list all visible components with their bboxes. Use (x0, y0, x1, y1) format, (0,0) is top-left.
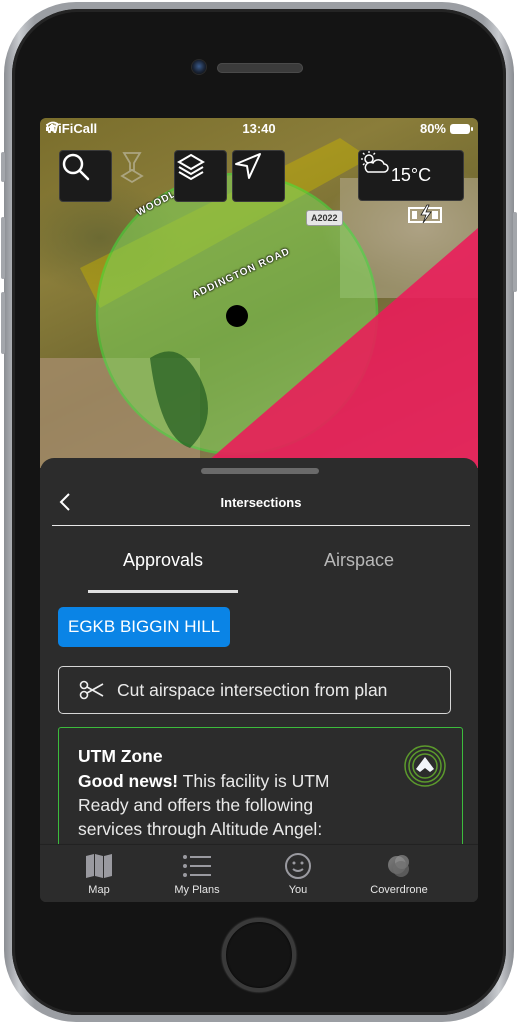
power-button (513, 212, 517, 292)
layers-button[interactable] (174, 150, 227, 202)
tab-bar-item-coverdrone[interactable]: Coverdrone (349, 851, 449, 896)
battery-percent: 80% (419, 121, 446, 136)
tab-airspace[interactable]: Airspace (284, 550, 434, 571)
airport-badge[interactable]: EGKB BIGGIN HILL (58, 607, 231, 647)
tab-bar-label: You (288, 884, 308, 896)
weather-widget[interactable]: 15°C (358, 150, 464, 201)
tab-bar-label: Map (88, 884, 110, 896)
mute-switch (1, 152, 5, 182)
earpiece-speaker (217, 63, 303, 73)
app-screen: ADDINGTON ROAD WOODL A2022 WiFiCall 13:4… (40, 118, 478, 902)
battery-status: 80% (419, 121, 473, 136)
bottom-tab-bar: Map My Plans You Coverdrone (40, 844, 478, 902)
hourglass-pin-icon (120, 152, 144, 184)
segment-tabs: Approvals Airspace (40, 542, 478, 594)
cut-intersection-button[interactable]: Cut airspace intersection from plan (58, 666, 451, 714)
intersections-sheet: Intersections Approvals Airspace EGKB BI… (40, 458, 478, 867)
utm-card-title: UTM Zone (78, 746, 163, 766)
utm-card-body: Good news! This facility is UTM Ready an… (78, 769, 378, 841)
search-icon (62, 153, 90, 181)
battery-charging-icon (408, 204, 442, 224)
tab-bar-item-map[interactable]: Map (49, 851, 149, 896)
altitude-angel-logo (403, 744, 447, 793)
active-tab-indicator (88, 590, 238, 593)
sheet-header: Intersections (52, 488, 470, 526)
scissors-icon (79, 680, 104, 700)
sheet-grabber[interactable] (201, 468, 319, 474)
coverdrone-logo-icon (388, 855, 409, 877)
tab-bar-item-my-plans[interactable]: My Plans (147, 851, 247, 896)
home-button[interactable] (222, 918, 296, 992)
partly-cloudy-icon (361, 151, 389, 173)
altitude-angel-logo-icon (404, 745, 446, 787)
temperature: 15°C (390, 165, 432, 185)
tab-bar-label: My Plans (174, 884, 220, 896)
layers-icon (177, 153, 205, 181)
cut-button-label: Cut airspace intersection from plan (117, 679, 388, 700)
tab-bar-item-you[interactable]: You (248, 851, 348, 896)
tab-bar-label: Coverdrone (370, 884, 428, 896)
battery-icon (450, 123, 473, 134)
utm-card-lead: Good news! (78, 771, 179, 791)
search-button[interactable] (59, 150, 112, 202)
location-arrow-icon (235, 153, 261, 179)
status-bar: WiFiCall 13:40 80% (40, 118, 478, 140)
clock: 13:40 (242, 121, 276, 136)
altitude-button[interactable] (117, 150, 170, 202)
volume-up-button (1, 217, 5, 279)
tab-approvals[interactable]: Approvals (88, 550, 238, 571)
sheet-title: Intersections (220, 495, 302, 510)
smiley-icon (285, 853, 311, 879)
map-icon (86, 854, 112, 878)
road-number-badge: A2022 (306, 210, 343, 226)
map-view[interactable]: ADDINGTON ROAD WOODL A2022 WiFiCall 13:4… (40, 118, 478, 468)
flight-centre-marker (226, 305, 248, 327)
front-camera (192, 60, 206, 74)
volume-down-button (1, 292, 5, 354)
locate-button[interactable] (232, 150, 285, 202)
list-icon (183, 855, 211, 877)
